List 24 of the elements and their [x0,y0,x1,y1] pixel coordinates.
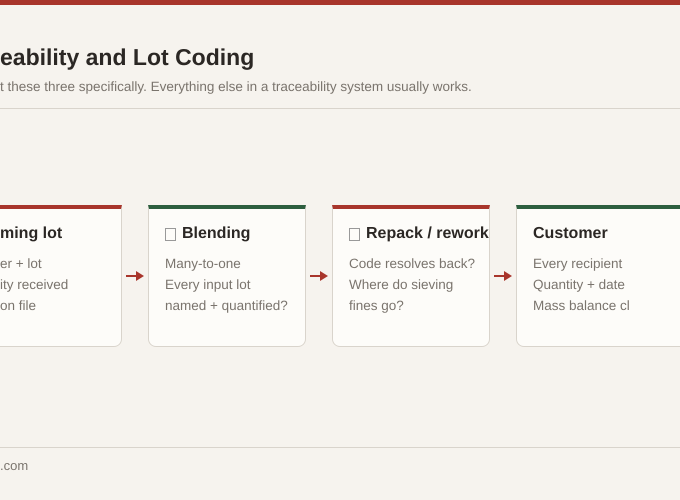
card-title: Customer [533,225,608,243]
card-line: Every input lot [165,276,252,294]
card-line: ity received [0,276,70,294]
card-line: Many-to-one [165,255,242,273]
card-line: Where do sieving [349,276,454,294]
card-line: Mass balance cl [533,297,631,315]
footer-text: .com [0,458,28,473]
card-line: on file [0,297,38,315]
card-line: named + quantified? [165,297,289,315]
card-line: Code resolves back? [349,255,476,273]
box-icon [165,228,176,240]
card-line: er + lot [0,255,43,273]
page-subtitle: t these three specifically. Everything else in a traceability system usually works. [0,79,473,94]
card-title: ming lot [0,225,62,243]
box-icon [349,228,360,240]
card-line: fines go? [349,297,405,315]
arrow-icon [310,271,328,281]
card-line: Every recipient [533,255,624,273]
card-title: Blending [182,225,250,243]
card-line: Quantity + date [533,276,626,294]
page-title: eability and Lot Coding [0,43,256,71]
arrow-icon [126,271,144,281]
arrow-icon [494,271,512,281]
card-title: Repack / rework [366,225,489,243]
